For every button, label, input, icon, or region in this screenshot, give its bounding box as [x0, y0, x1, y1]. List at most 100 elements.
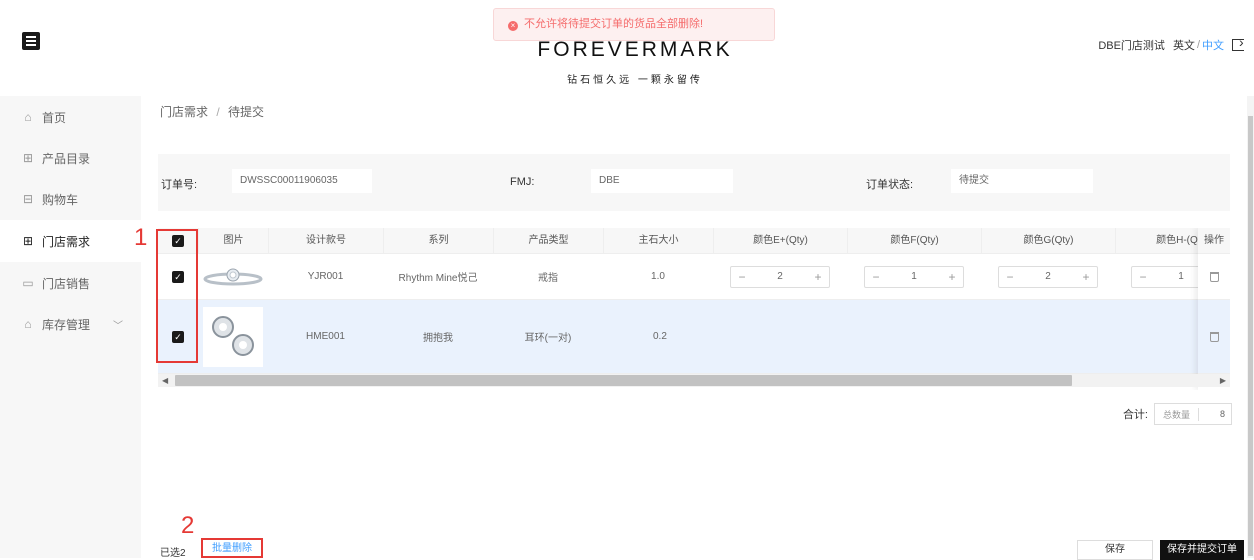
earring-image	[203, 306, 263, 367]
brand-tagline: 钻石恒久远 一颗永留传	[567, 75, 703, 86]
quantity-value[interactable]: 2	[753, 271, 807, 282]
table-header: ✓ 图片 设计款号 系列 产品类型 主石大小 颜色E+(Qty) 颜色F(Qty…	[158, 228, 1230, 254]
vertical-scroll-thumb[interactable]	[1248, 116, 1253, 556]
col-image: 图片	[198, 228, 268, 254]
logout-icon[interactable]	[1232, 34, 1244, 51]
order-status-label: 订单状态:	[866, 179, 914, 191]
lang-en-link[interactable]: 英文	[1173, 37, 1195, 53]
type-cell: 戒指	[538, 273, 558, 284]
fmj-label: FMJ:	[510, 176, 535, 188]
sidebar: ⌂ 首页 ⊞ 产品目录 ⊟ 购物车 ⊞ 门店需求 ▭ 门店销售 ⌂ 库存管理 ﹀	[0, 96, 141, 558]
quantity-stepper: −1+	[864, 265, 964, 288]
error-alert: × 不允许将待提交订单的货品全部删除!	[493, 8, 775, 41]
sidebar-item-label: 购物车	[42, 192, 79, 207]
quantity-value[interactable]: 1	[887, 271, 941, 282]
total-label: 合计:	[1122, 409, 1148, 421]
scroll-left-icon[interactable]: ◀	[162, 374, 168, 387]
type-cell: 耳环(一对)	[524, 333, 572, 344]
sidebar-item-inventory[interactable]: ⌂ 库存管理 ﹀	[0, 303, 141, 345]
sidebar-item-store-demand[interactable]: ⊞ 门店需求	[0, 220, 141, 262]
quantity-value[interactable]: 2	[1021, 271, 1075, 282]
breadcrumb-sep: /	[216, 105, 220, 119]
col-qty-f: 颜色F(Qty)	[847, 228, 981, 254]
product-image	[198, 300, 268, 373]
trash-icon[interactable]	[1209, 271, 1219, 282]
sidebar-item-store-sales[interactable]: ▭ 门店销售	[0, 262, 141, 304]
lang-zh-link[interactable]: 中文	[1202, 37, 1224, 53]
save-button[interactable]: 保存	[1077, 540, 1153, 560]
breadcrumb-current: 待提交	[228, 105, 265, 119]
size-cell: 1.0	[651, 271, 665, 282]
product-image	[198, 254, 268, 299]
scroll-right-icon[interactable]: ▶	[1220, 374, 1226, 387]
sidebar-item-catalog[interactable]: ⊞ 产品目录	[0, 137, 141, 179]
save-submit-button[interactable]: 保存并提交订单	[1160, 540, 1244, 560]
sidebar-item-home[interactable]: ⌂ 首页	[0, 96, 141, 138]
grid-icon: ⊞	[22, 234, 34, 248]
decrement-button[interactable]: −	[999, 270, 1021, 284]
sidebar-item-label: 产品目录	[42, 151, 91, 166]
increment-button[interactable]: +	[941, 270, 963, 284]
decrement-button[interactable]: −	[865, 270, 887, 284]
col-type: 产品类型	[493, 228, 603, 254]
order-status-value: 待提交	[951, 169, 1093, 193]
qty-f-cell: −1 +	[847, 254, 981, 299]
total-field-label: 总数量	[1155, 407, 1200, 421]
col-qty-e: 颜色E+(Qty)	[713, 228, 847, 254]
col-qty-g: 颜色G(Qty)	[981, 228, 1115, 254]
lang-separator: /	[1196, 39, 1200, 51]
table-row: ✓ YJR001 Rhythm Mine悦己 戒指 1.0 −2 + −1 + −2…	[158, 254, 1230, 300]
quantity-stepper: −2 +	[730, 265, 830, 288]
monitor-icon: ▭	[22, 276, 34, 290]
sidebar-item-label: 门店销售	[42, 276, 91, 291]
sidebar-item-label: 首页	[42, 110, 67, 125]
order-number-value: DWSSC00011906035	[232, 169, 372, 193]
increment-button[interactable]: +	[807, 270, 829, 284]
series-cell: Rhythm Mine悦己	[398, 273, 478, 284]
action-column: 操作	[1198, 228, 1230, 390]
annotation-number-1: 1	[134, 224, 148, 251]
action-cell	[1198, 300, 1230, 374]
col-design: 设计款号	[268, 228, 383, 254]
col-series: 系列	[383, 228, 493, 254]
trash-icon[interactable]	[1209, 331, 1219, 342]
sidebar-item-cart[interactable]: ⊟ 购物车	[0, 178, 141, 220]
decrement-button[interactable]: −	[1132, 270, 1154, 284]
chevron-down-icon: ﹀	[113, 320, 123, 332]
selected-count: 已选2	[160, 548, 186, 559]
total-value: 8	[1219, 409, 1225, 419]
series-cell: 拥抱我	[423, 333, 453, 344]
store-icon: ⌂	[24, 317, 32, 331]
user-name: DBE门店测试	[1098, 40, 1165, 52]
design-cell: HME001	[306, 331, 345, 342]
action-cell	[1198, 254, 1230, 300]
decrement-button[interactable]: −	[731, 270, 753, 284]
order-number-label: 订单号:	[161, 179, 198, 191]
size-cell: 0.2	[653, 331, 667, 342]
user-area: DBE门店测试 英文 / 中文	[1098, 34, 1244, 53]
horizontal-scrollbar[interactable]: ◀ ▶	[158, 374, 1230, 387]
increment-button[interactable]: +	[1075, 270, 1097, 284]
design-cell: YJR001	[307, 271, 344, 282]
annotation-box-1	[156, 229, 198, 363]
scroll-thumb[interactable]	[175, 375, 1072, 386]
table-row: ✓ HME001 拥抱我 耳环(一对) 0.2	[158, 300, 1230, 374]
total-quantity-box: 总数量 8	[1154, 403, 1232, 425]
order-items-table: ✓ 图片 设计款号 系列 产品类型 主石大小 颜色E+(Qty) 颜色F(Qty…	[158, 228, 1230, 390]
alert-text: 不允许将待提交订单的货品全部删除!	[524, 18, 704, 30]
annotation-number-2: 2	[181, 512, 195, 539]
fmj-value: DBE	[591, 169, 733, 193]
brand-logo[interactable]: FOREVERMARK	[500, 38, 770, 62]
quantity-stepper: −2 +	[998, 265, 1098, 288]
vertical-scrollbar[interactable]	[1247, 96, 1254, 558]
order-info-bar: 订单号: DWSSC00011906035 FMJ: DBE 订单状态: 待提交	[158, 154, 1230, 211]
grid-icon: ⊞	[22, 151, 34, 165]
home-icon: ⌂	[24, 110, 32, 124]
breadcrumb-parent[interactable]: 门店需求	[160, 105, 208, 119]
col-size: 主石大小	[603, 228, 713, 254]
menu-icon[interactable]	[22, 32, 40, 50]
qty-e-cell: −2 +	[713, 254, 847, 299]
sidebar-item-label: 库存管理	[42, 317, 91, 332]
batch-delete-button[interactable]: 批量删除	[201, 538, 263, 558]
qty-g-cell: −2 +	[981, 254, 1115, 299]
